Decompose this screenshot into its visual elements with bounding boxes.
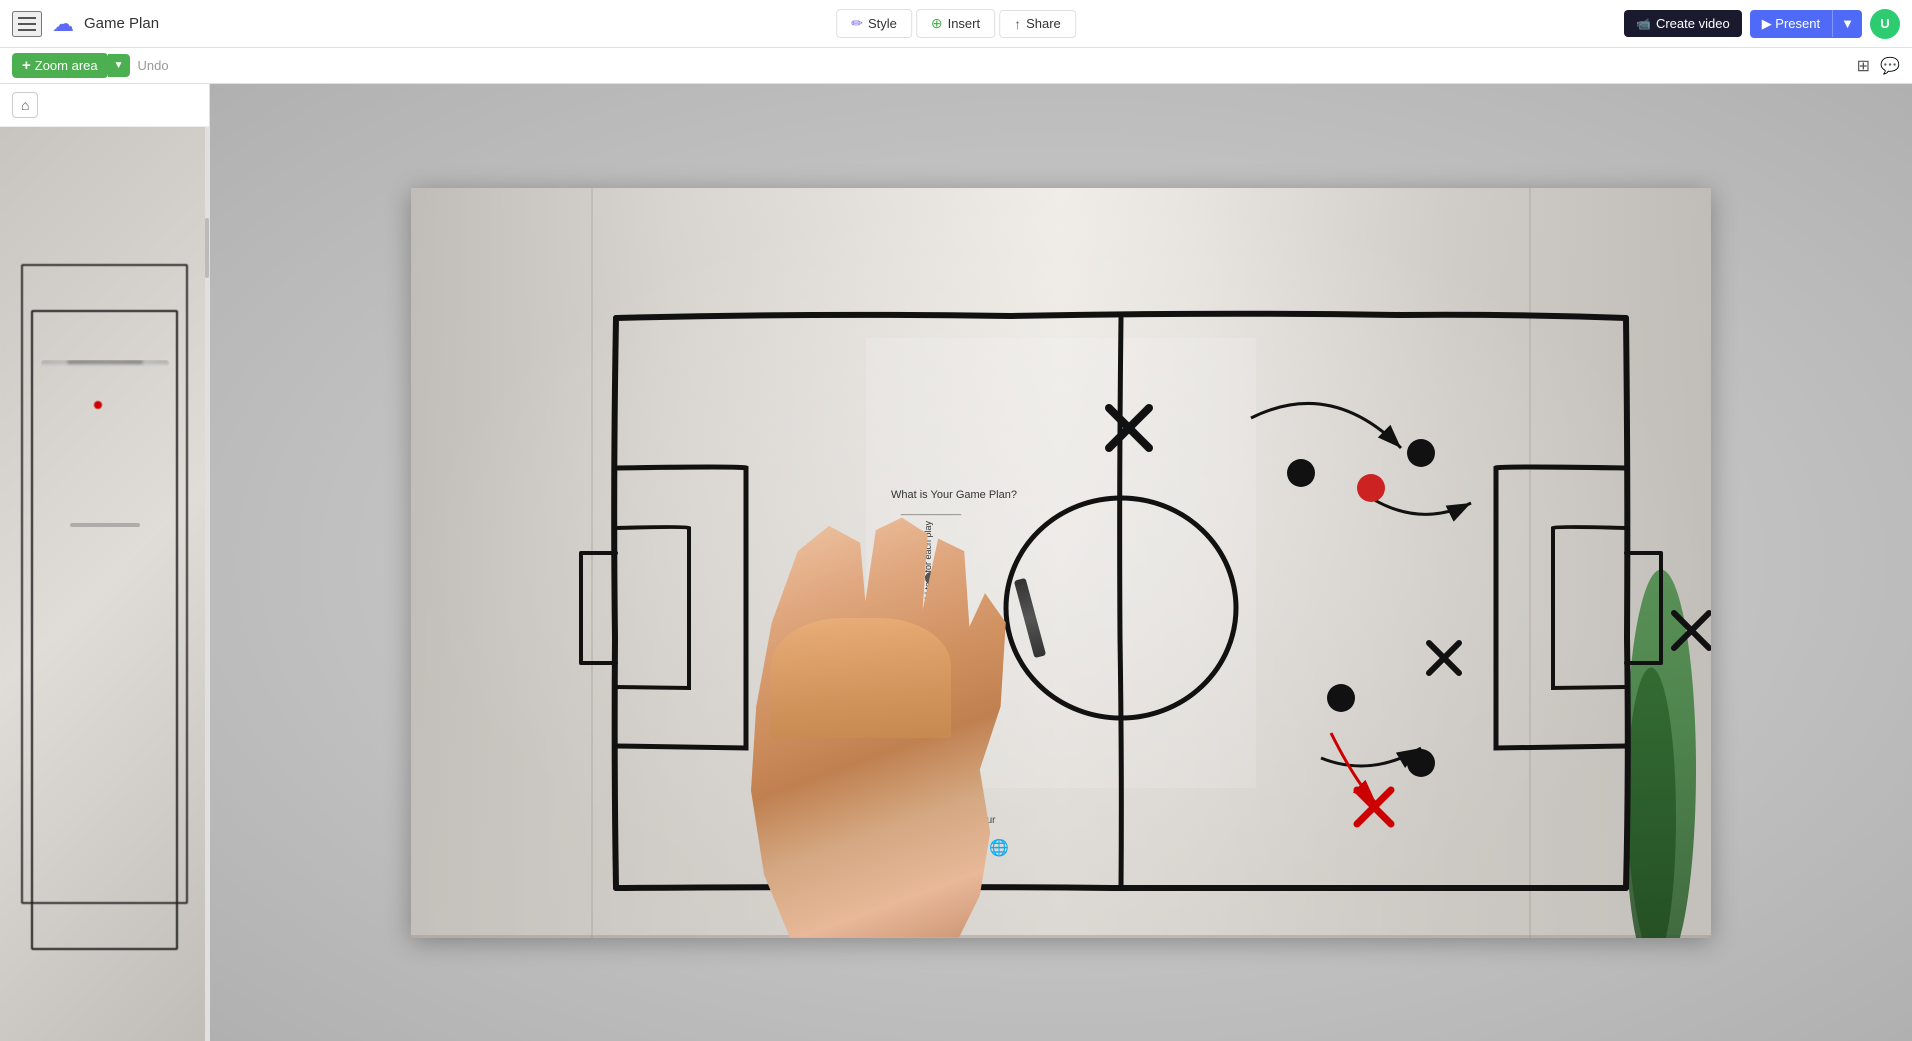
slideshow-icon-button[interactable]: ⊞ [1857, 56, 1870, 76]
style-label: Style [868, 16, 897, 31]
share-label: Share [1026, 16, 1061, 31]
present-dropdown-arrow[interactable]: ▼ [1832, 10, 1862, 37]
undo-button[interactable]: Undo [138, 58, 169, 73]
insert-icon: ⊕ [931, 15, 943, 32]
sidebar-scroll-area[interactable]: 1 Overview 📍 [0, 127, 209, 1041]
present-main-button[interactable]: ▶ Present [1750, 10, 1832, 38]
slide-thumb-2 [40, 256, 170, 331]
share-button[interactable]: ↑ Share [999, 10, 1076, 38]
slides-list: 1 Overview 📍 [0, 127, 209, 721]
toolbar-center: ✏ Style ⊕ Insert ↑ Share [836, 9, 1076, 38]
style-icon: ✏ [851, 15, 863, 32]
zoom-area-dropdown[interactable]: ▼ [108, 54, 130, 77]
sidebar-scrollbar[interactable] [205, 127, 209, 1041]
toolbar-icons-right: ⊞ 💬 [1857, 56, 1900, 76]
slide-item-2[interactable]: 2 [4, 254, 205, 333]
secondary-toolbar: + Zoom area ▼ Undo ⊞ 💬 [0, 48, 1912, 84]
insert-button[interactable]: ⊕ Insert [916, 9, 995, 38]
style-button[interactable]: ✏ Style [836, 9, 912, 38]
sidebar-home: ⌂ [0, 84, 209, 127]
create-video-button[interactable]: 📹 Create video [1624, 10, 1742, 37]
cloud-icon: ☁ [52, 11, 74, 37]
sidebar: ⌂ 1 [0, 84, 210, 1041]
present-button-group[interactable]: ▶ Present ▼ [1750, 10, 1862, 38]
canvas-area[interactable]: What is Your Game Plan? ____________ Add… [210, 84, 1912, 1041]
share-upload-icon: ↑ [1014, 16, 1021, 32]
zoom-area-button[interactable]: + Zoom area [12, 53, 108, 78]
home-button[interactable]: ⌂ [12, 92, 38, 118]
undo-label: Undo [138, 58, 169, 73]
comment-icon-button[interactable]: 💬 [1880, 56, 1900, 76]
insert-label: Insert [948, 16, 981, 31]
toolbar-right: 📹 Create video ▶ Present ▼ U [1624, 9, 1900, 39]
video-camera-icon: 📹 [1636, 17, 1651, 31]
presentation-slide[interactable]: What is Your Game Plan? ____________ Add… [411, 188, 1711, 938]
sidebar-scrollbar-thumb[interactable] [205, 218, 209, 278]
avatar-initials: U [1880, 16, 1889, 31]
main-layout: ⌂ 1 [0, 84, 1912, 1041]
app-title: Game Plan [84, 15, 159, 32]
hamburger-menu-button[interactable] [12, 11, 42, 37]
top-toolbar: ☁ Game Plan ✏ Style ⊕ Insert ↑ Share 📹 C… [0, 0, 1912, 48]
create-video-label: Create video [1656, 16, 1730, 31]
zoom-area-label: Zoom area [35, 58, 98, 73]
soccer-diagram-svg: What is Your Game Plan? ____________ Add… [411, 188, 1711, 938]
avatar[interactable]: U [1870, 9, 1900, 39]
plus-icon: + [22, 57, 31, 74]
present-arrow-icon: ▶ [1762, 16, 1776, 31]
hand-overlay [731, 458, 1051, 938]
present-label: Present [1775, 16, 1820, 31]
